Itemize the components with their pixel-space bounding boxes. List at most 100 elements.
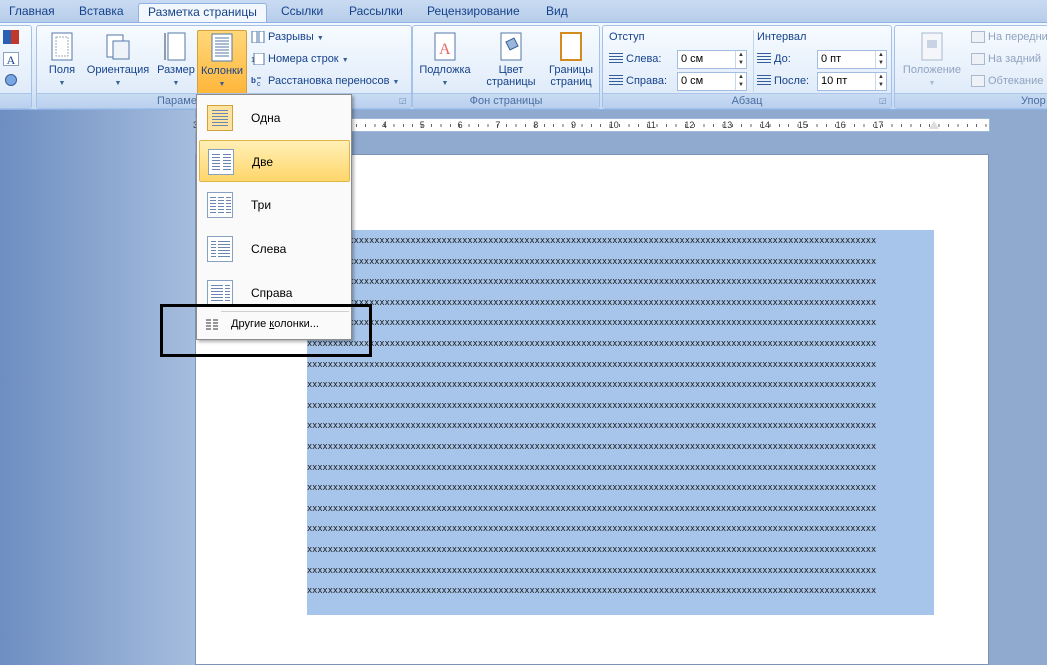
- spacing-before-icon: [757, 53, 771, 66]
- spacing-after-label: После:: [757, 72, 809, 91]
- theme-effects-icon[interactable]: [5, 74, 17, 86]
- text-line: xxxxxxxxxxxxxxxxxxxxxxxxxxxxxxxxxxxxxxxx…: [307, 359, 877, 370]
- position-icon: [921, 32, 943, 61]
- theme-colors-icon[interactable]: [3, 30, 19, 44]
- text-line: xxxxxxxxxxxxxxxxxxxxxxxxxxxxxxxxxxxxxxxx…: [307, 442, 877, 452]
- hyphenation-icon: bc: [251, 76, 261, 87]
- size-label: Размер: [157, 64, 195, 76]
- indent-left-input[interactable]: 0 см ▲ ▼: [677, 50, 747, 69]
- page-borders-button[interactable]: Границы страниц: [543, 30, 599, 94]
- spacing-after-input[interactable]: 10 пт ▲ ▼: [817, 72, 887, 91]
- svg-text:c: c: [257, 81, 261, 87]
- page-setup-launcher-icon[interactable]: ◲: [399, 96, 409, 106]
- columns-two[interactable]: Две: [199, 140, 350, 182]
- page-borders-label: Границы: [549, 64, 593, 76]
- ribbon: A Поля ▼ Ориентация ▼ Размер ▼ Колонки ▼ Раз…: [0, 22, 1047, 110]
- indent-title: Отступ: [609, 31, 645, 43]
- indent-left-icon: [609, 53, 623, 66]
- themes-group: A: [0, 25, 32, 109]
- ruler-number: 16: [835, 120, 846, 130]
- page-color-button[interactable]: Цветстраницы ▼: [483, 30, 539, 99]
- text-line: xxxxxxxxxxxxxxxxxxxxxxxxxxxxxxxxxxxxxxxx…: [307, 400, 877, 411]
- text-line: xxxxxxxxxxxxxxxxxxxxxxxxxxxxxxxxxxxxxxxx…: [307, 421, 877, 432]
- orientation-icon: [106, 34, 130, 60]
- tab-view[interactable]: Вид: [537, 3, 577, 22]
- arrange-group-label: Упор: [895, 93, 1047, 108]
- tab-mailings[interactable]: Рассылки: [340, 3, 412, 22]
- orientation-button[interactable]: Ориентация ▼: [83, 30, 153, 94]
- send-backward-icon: [971, 53, 985, 66]
- svg-text:1: 1: [251, 57, 255, 64]
- size-button[interactable]: Размер ▼: [153, 30, 199, 94]
- indent-left-label: Слева:: [609, 50, 661, 69]
- spacing-before-input[interactable]: 0 пт ▲ ▼: [817, 50, 887, 69]
- indent-right-input[interactable]: 0 см ▲ ▼: [677, 72, 747, 91]
- text-line: xxxxxxxxxxxxxxxxxxxxxxxxxxxxxxxxxxxxxxxx…: [307, 236, 877, 246]
- ruler-number: 10: [608, 120, 619, 130]
- send-backward-button[interactable]: На задний: [971, 50, 1041, 69]
- tab-insert[interactable]: Вставка: [70, 3, 133, 22]
- columns-one[interactable]: Одна: [199, 97, 350, 139]
- page-borders-icon: [560, 32, 582, 61]
- tab-page-layout[interactable]: Разметка страницы: [138, 3, 267, 22]
- ruler-number: 5: [419, 120, 425, 130]
- tab-references[interactable]: Ссылки: [272, 3, 332, 22]
- line-numbers-icon: 1: [251, 53, 265, 66]
- text-line: xxxxxxxxxxxxxxxxxxxxxxxxxxxxxxxxxxxxxxxx…: [307, 483, 877, 494]
- text-line: xxxxxxxxxxxxxxxxxxxxxxxxxxxxxxxxxxxxxxxx…: [307, 462, 877, 473]
- spacing-title: Интервал: [757, 31, 807, 43]
- columns-label: Колонки: [201, 65, 243, 77]
- ruler-number: 12: [684, 120, 695, 130]
- ruler-number: 17: [873, 120, 884, 130]
- text-line: xxxxxxxxxxxxxxxxxxxxxxxxxxxxxxxxxxxxxxxx…: [307, 277, 877, 288]
- text-line: xxxxxxxxxxxxxxxxxxxxxxxxxxxxxxxxxxxxxxxx…: [307, 256, 877, 267]
- columns-three[interactable]: Три: [199, 184, 350, 226]
- theme-fonts-icon[interactable]: A: [3, 52, 19, 67]
- ruler-number: 11: [646, 120, 656, 130]
- spacing-before-label: До:: [757, 50, 791, 69]
- workspace-background: [0, 110, 195, 665]
- left-columns-icon: [207, 236, 233, 262]
- right-indent-marker-icon[interactable]: [929, 121, 939, 129]
- breaks-icon: [251, 31, 265, 44]
- tab-review[interactable]: Рецензирование: [418, 3, 529, 22]
- text-line: xxxxxxxxxxxxxxxxxxxxxxxxxxxxxxxxxxxxxxxx…: [307, 565, 877, 576]
- ruler-number: 9: [571, 120, 577, 130]
- watermark-button[interactable]: A Подложка ▼: [417, 30, 473, 94]
- bring-forward-button[interactable]: На передни: [971, 28, 1047, 47]
- text-line: xxxxxxxxxxxxxxxxxxxxxxxxxxxxxxxxxxxxxxxx…: [307, 503, 877, 514]
- page-color-label: Цвет: [498, 64, 524, 76]
- ruler-number: 14: [760, 120, 771, 130]
- spacing-after-spinner-icon[interactable]: ▲ ▼: [875, 73, 886, 90]
- spacing-before-spinner-icon[interactable]: ▲ ▼: [875, 51, 886, 68]
- themes-group-label: [0, 93, 31, 108]
- ruler-number: 4: [382, 120, 388, 130]
- columns-button[interactable]: Колонки ▼: [197, 30, 247, 96]
- position-button[interactable]: Положение ▼: [897, 30, 967, 94]
- breaks-button[interactable]: Разрывы ▼: [251, 28, 324, 47]
- watermark-label: Подложка: [419, 64, 471, 76]
- paragraph-launcher-icon[interactable]: ◲: [879, 96, 889, 106]
- text-wrap-button[interactable]: Обтекание: [971, 72, 1043, 91]
- text-line: xxxxxxxxxxxxxxxxxxxxxxxxxxxxxxxxxxxxxxxx…: [307, 318, 877, 329]
- page-background-group: A Подложка▼ Цветстраницы ▼ Границыстрани…: [412, 25, 600, 109]
- margins-label: Поля: [48, 64, 76, 76]
- text-line: xxxxxxxxxxxxxxxxxxxxxxxxxxxxxxxxxxxxxxxx…: [307, 586, 877, 597]
- line-numbers-button[interactable]: 1 Номера строк ▼: [251, 50, 349, 69]
- spacing-after-icon: [757, 75, 771, 88]
- text-line: xxxxxxxxxxxxxxxxxxxxxxxxxxxxxxxxxxxxxxxx…: [307, 524, 877, 535]
- indent-left-spinner-icon[interactable]: ▲ ▼: [735, 51, 746, 68]
- hyphenation-button[interactable]: b c Расстановка переносов ▼: [251, 72, 399, 91]
- annotation-highlight-box: [160, 304, 372, 357]
- margins-button[interactable]: Поля ▼: [39, 30, 85, 94]
- text-line: xxxxxxxxxxxxxxxxxxxxxxxxxxxxxxxxxxxxxxxx…: [307, 297, 877, 308]
- selected-text[interactable]: xxxxxxxxxxxxxxxxxxxxxxxxxxxxxxxxxxxxxxxx…: [307, 230, 934, 615]
- tab-home[interactable]: Главная: [0, 3, 64, 22]
- paragraph-divider: [753, 30, 754, 92]
- columns-left[interactable]: Слева: [199, 228, 350, 270]
- indent-right-spinner-icon[interactable]: ▲ ▼: [735, 73, 746, 90]
- text-wrap-icon: [971, 75, 985, 88]
- svg-text:A: A: [439, 41, 451, 58]
- ruler-number: 6: [457, 120, 463, 130]
- one-column-icon: [207, 105, 233, 131]
